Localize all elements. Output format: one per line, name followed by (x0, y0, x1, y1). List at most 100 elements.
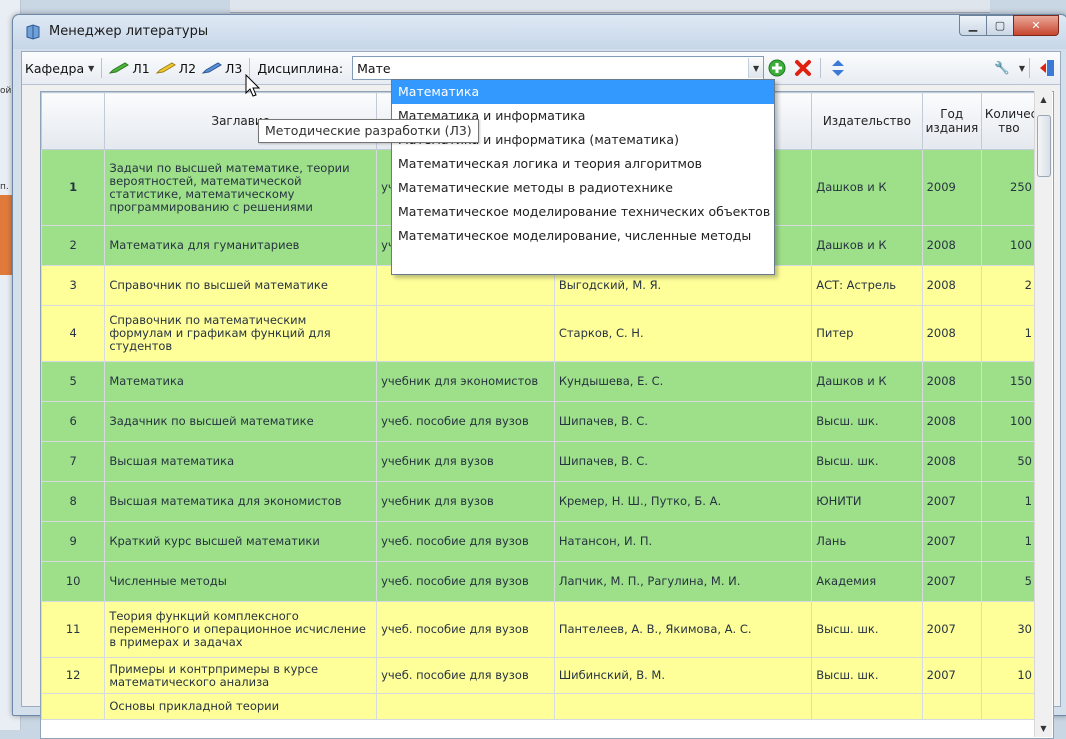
count-cell[interactable]: 100 (980, 401, 1038, 442)
dropdown-option[interactable]: Математическая логика и теория алгоритмо… (392, 152, 774, 176)
type-cell[interactable]: учеб. пособие для вузов (376, 601, 555, 658)
table-row[interactable]: 11 Теория функций комплексного переменног… (41, 601, 1038, 658)
count-cell[interactable]: 2 (980, 265, 1038, 306)
table-row[interactable]: 12 Примеры и контрпримеры в курсе математ… (41, 657, 1038, 694)
author-cell[interactable]: Шибинский, В. М. (553, 657, 813, 694)
year-column-header[interactable]: Год издания (921, 92, 982, 150)
count-cell[interactable]: 250 (980, 149, 1038, 226)
title-cell[interactable]: Математика для гуманитариев (104, 225, 378, 266)
title-cell[interactable]: Справочник по высшей математике (104, 265, 378, 306)
publisher-cell[interactable]: Дашков и К (811, 225, 923, 266)
title-cell[interactable]: Теория функций комплексного переменного … (104, 601, 378, 658)
row-number-cell[interactable]: 10 (41, 561, 106, 602)
author-cell[interactable]: Шипачев, В. С. (553, 441, 813, 482)
title-cell[interactable]: Справочник по математическим формулам и … (104, 305, 378, 362)
year-cell[interactable]: 2007 (921, 561, 982, 602)
title-cell[interactable]: Высшая математика (104, 441, 378, 482)
publisher-cell[interactable]: АСТ: Астрель (811, 265, 923, 306)
row-number-cell[interactable]: 2 (41, 225, 106, 266)
close-button[interactable]: ✕ (1013, 15, 1059, 36)
count-cell[interactable]: 150 (980, 361, 1038, 402)
year-cell[interactable]: 2007 (921, 521, 982, 562)
row-number-cell[interactable] (41, 693, 106, 720)
type-cell[interactable]: учеб. пособие для вузов (376, 561, 555, 602)
kafedra-dropdown-button[interactable]: Кафедра ▼ (22, 55, 97, 81)
count-cell[interactable]: 10 (980, 657, 1038, 694)
author-cell[interactable]: Кремер, Н. Ш., Путко, Б. А. (553, 481, 813, 522)
type-cell[interactable]: учеб. пособие для вузов (376, 521, 555, 562)
year-cell[interactable]: 2009 (921, 149, 982, 226)
table-row[interactable]: 6 Задачник по высшей математике учеб. посо… (41, 401, 1038, 442)
l2-button[interactable]: Л2 (153, 55, 199, 81)
row-number-cell[interactable]: 3 (41, 265, 106, 306)
author-cell[interactable]: Лапчик, М. П., Рагулина, М. И. (553, 561, 813, 602)
row-number-header[interactable] (41, 92, 106, 150)
count-column-header[interactable]: Количес тво (980, 92, 1037, 150)
add-icon[interactable] (767, 58, 787, 78)
dropdown-option[interactable]: Математическое моделирование, численные … (392, 224, 774, 248)
type-cell[interactable]: учебник для вузов (376, 481, 555, 522)
author-cell[interactable]: Пантелеев, А. В., Якимова, А. С. (553, 601, 813, 658)
l1-button[interactable]: Л1 (106, 55, 152, 81)
l3-button[interactable]: Л3 (199, 55, 245, 81)
row-number-cell[interactable]: 6 (41, 401, 106, 442)
row-number-cell[interactable]: 9 (41, 521, 106, 562)
count-cell[interactable]: 1 (980, 305, 1038, 362)
year-cell[interactable]: 2007 (921, 657, 982, 694)
type-cell[interactable]: учеб. пособие для вузов (376, 401, 555, 442)
scrollbar-thumb[interactable] (1037, 115, 1051, 177)
chevron-down-icon[interactable]: ▼ (1019, 64, 1025, 73)
title-cell[interactable]: Основы прикладной теории (104, 693, 378, 720)
exit-icon[interactable] (1037, 58, 1057, 78)
table-row[interactable]: 10 Численные методы учеб. пособие для вузо… (41, 561, 1038, 602)
year-cell[interactable]: 2008 (921, 225, 982, 266)
table-row[interactable]: 8 Высшая математика для экономистов учебни… (41, 481, 1038, 522)
table-row[interactable]: 4 Справочник по математическим формулам и… (41, 305, 1038, 362)
table-row[interactable]: Основы прикладной теории (41, 693, 1038, 720)
count-cell[interactable]: 5 (980, 561, 1038, 602)
publisher-column-header[interactable]: Издательство (811, 92, 923, 150)
publisher-cell[interactable]: Питер (811, 305, 923, 362)
year-cell[interactable]: 2007 (921, 601, 982, 658)
chevron-down-icon[interactable]: ▼ (748, 58, 764, 78)
publisher-cell[interactable] (811, 693, 923, 720)
title-bar[interactable]: Менеджер литературы ▁ ▢ ✕ (13, 15, 1066, 49)
publisher-cell[interactable]: Высш. шк. (811, 441, 923, 482)
maximize-button[interactable]: ▢ (986, 15, 1014, 36)
row-number-cell[interactable]: 11 (41, 601, 106, 658)
title-cell[interactable]: Математика (104, 361, 378, 402)
wrench-icon[interactable]: 🔧 (992, 58, 1012, 78)
publisher-cell[interactable]: Дашков и К (811, 149, 923, 226)
discipline-dropdown-list[interactable]: Математика Математика и информатика Матема… (391, 79, 775, 275)
year-cell[interactable]: 2008 (921, 361, 982, 402)
count-cell[interactable]: 100 (980, 225, 1038, 266)
year-cell[interactable]: 2007 (921, 481, 982, 522)
count-cell[interactable] (980, 693, 1038, 720)
table-row[interactable]: 5 Математика учебник для экономистов Кундыш… (41, 361, 1038, 402)
table-row[interactable]: 7 Высшая математика учебник для вузов Шипач… (41, 441, 1038, 482)
title-cell[interactable]: Краткий курс высшей математики (104, 521, 378, 562)
dropdown-option[interactable]: Математическое моделирование технических… (392, 200, 774, 224)
type-cell[interactable] (376, 693, 555, 720)
row-number-cell[interactable]: 5 (41, 361, 106, 402)
table-row[interactable]: 9 Краткий курс высшей математики учеб. пос… (41, 521, 1038, 562)
title-cell[interactable]: Задачник по высшей математике (104, 401, 378, 442)
year-cell[interactable]: 2008 (921, 265, 982, 306)
row-number-cell[interactable]: 1 (41, 149, 106, 226)
year-cell[interactable]: 2008 (921, 441, 982, 482)
publisher-cell[interactable]: Лань (811, 521, 923, 562)
title-cell[interactable]: Задачи по высшей математике, теории веро… (104, 149, 378, 226)
count-cell[interactable]: 1 (980, 521, 1038, 562)
discipline-combobox[interactable]: Мате ▼ (352, 56, 765, 80)
publisher-cell[interactable]: ЮНИТИ (811, 481, 923, 522)
publisher-cell[interactable]: Высш. шк. (811, 601, 923, 658)
year-cell[interactable] (921, 693, 982, 720)
dropdown-option[interactable]: Математика (392, 80, 774, 104)
title-cell[interactable]: Примеры и контрпримеры в курсе математич… (104, 657, 378, 694)
title-cell[interactable]: Численные методы (104, 561, 378, 602)
row-number-cell[interactable]: 12 (41, 657, 106, 694)
discipline-input[interactable]: Мате (353, 61, 748, 76)
vertical-scrollbar[interactable]: ▲ ▼ (1034, 91, 1052, 737)
dropdown-option[interactable]: Математические методы в радиотехнике (392, 176, 774, 200)
scroll-down-icon[interactable]: ▼ (1035, 720, 1052, 737)
